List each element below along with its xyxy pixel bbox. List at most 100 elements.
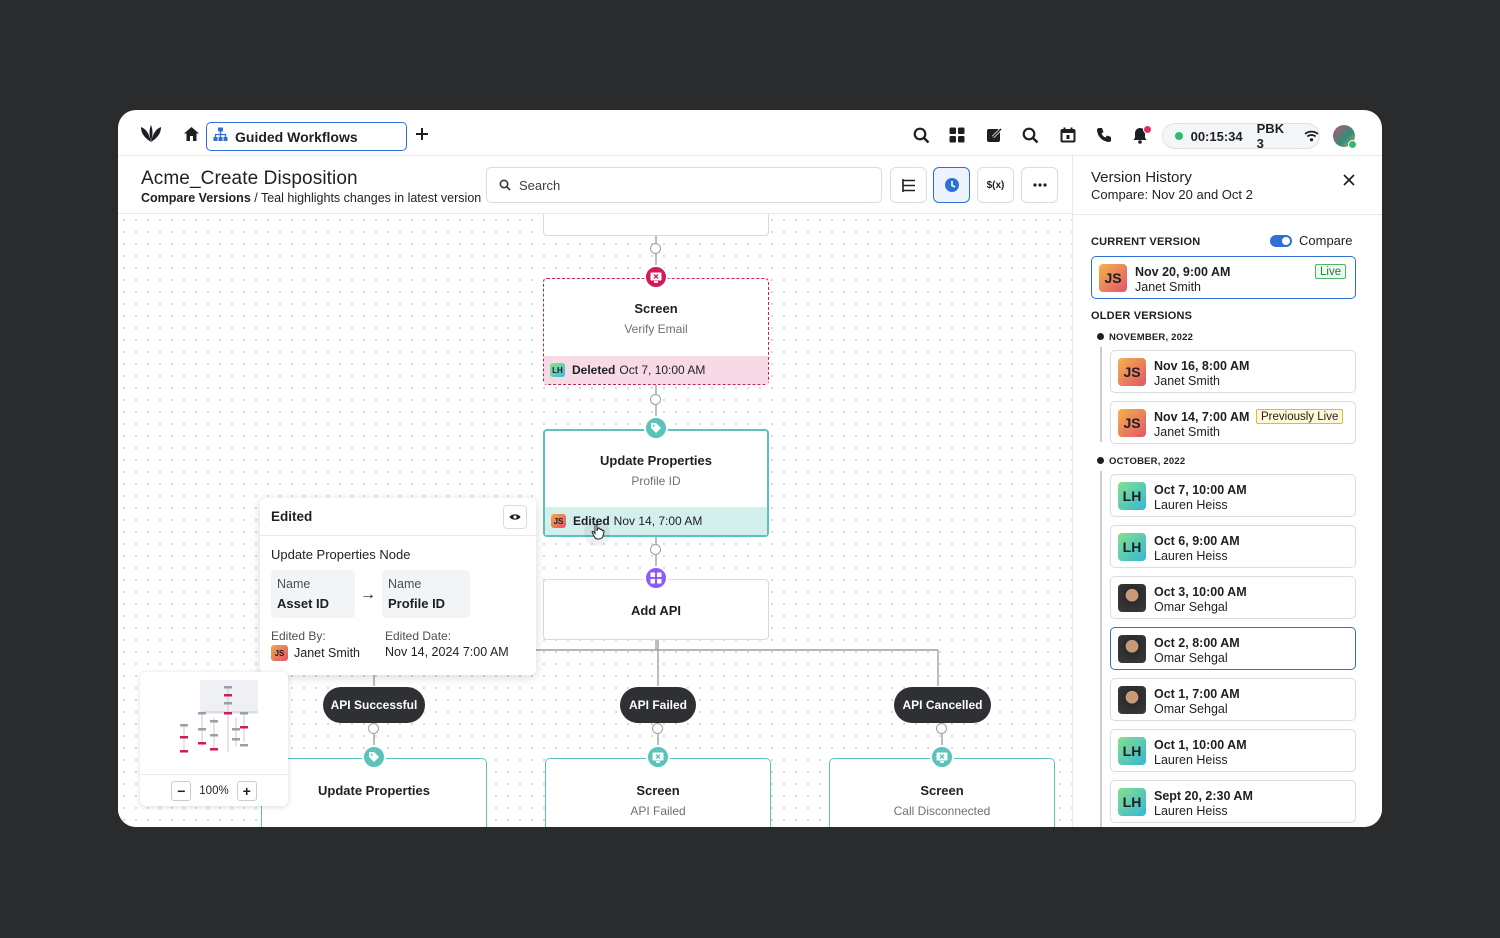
top-bar: Guided Workflows 00:15:34 PBK 3: [118, 110, 1382, 156]
version-card-current[interactable]: JS Nov 20, 9:00 AM Janet Smith Live: [1091, 256, 1356, 299]
screen-icon: [930, 745, 954, 769]
node-title: Screen: [636, 783, 680, 798]
workflow-canvas[interactable]: Screen Verify Email LH Deleted Oct 7, 10…: [118, 214, 1072, 827]
page-title: Acme_Create Disposition: [141, 168, 358, 189]
page-header: Acme_Create Disposition Compare Versions…: [118, 156, 1072, 214]
node-subtitle: Call Disconnected: [893, 804, 991, 818]
version-card[interactable]: LH Oct 1, 10:00 AM Lauren Heiss: [1110, 729, 1356, 772]
workflow-node-previous[interactable]: [543, 214, 769, 236]
version-card[interactable]: JS Nov 16, 8:00 AM Janet Smith: [1110, 350, 1356, 393]
user-initials-badge: JS: [271, 645, 288, 661]
branch-pill-api-cancelled[interactable]: API Cancelled: [894, 687, 991, 723]
change-strip-edited: JS Edited Nov 14, 7:00 AM: [545, 507, 767, 535]
calendar-icon[interactable]: [1058, 125, 1078, 145]
more-button[interactable]: [1021, 167, 1058, 203]
version-author: Janet Smith: [1154, 374, 1221, 388]
eye-icon: [509, 513, 521, 521]
minimap[interactable]: − 100% +: [140, 672, 288, 806]
version-card-selected[interactable]: Oct 2, 8:00 AM Omar Sehgal: [1110, 627, 1356, 670]
version-date: Nov 20, 9:00 AM: [1135, 265, 1231, 279]
timeline-line: [1100, 347, 1102, 442]
version-card[interactable]: Oct 1, 7:00 AM Omar Sehgal: [1110, 678, 1356, 721]
version-author: Lauren Heiss: [1154, 804, 1228, 818]
page-subtitle: Compare Versions / Teal highlights chang…: [141, 191, 481, 205]
avatar: LH: [1118, 533, 1146, 561]
version-date: Nov 16, 8:00 AM: [1154, 359, 1250, 373]
popover-node-name: Update Properties Node: [271, 547, 411, 562]
screen-icon: [644, 265, 668, 289]
timeline-dot: [1097, 333, 1104, 340]
branch-pill-api-failed[interactable]: API Failed: [620, 687, 696, 723]
call-timer[interactable]: 00:15:34 PBK 3: [1162, 121, 1320, 151]
version-author: Omar Sehgal: [1154, 600, 1228, 614]
version-card[interactable]: LH Sept 20, 2:30 AM Lauren Heiss: [1110, 780, 1356, 823]
avatar: LH: [1118, 788, 1146, 816]
node-subtitle: API Failed: [630, 804, 686, 818]
home-icon[interactable]: [181, 124, 201, 144]
version-card[interactable]: LH Oct 6, 9:00 AM Lauren Heiss: [1110, 525, 1356, 568]
compare-toggle[interactable]: [1270, 235, 1292, 247]
compose-icon[interactable]: [984, 125, 1004, 145]
user-avatar[interactable]: [1333, 125, 1357, 149]
brand-logo-icon[interactable]: [138, 123, 164, 145]
connector-port: [650, 544, 661, 555]
search-icon: [499, 179, 511, 191]
apps-grid-icon[interactable]: [947, 125, 967, 145]
connector-port: [652, 723, 663, 734]
connector-port: [368, 723, 379, 734]
tab-guided-workflows[interactable]: Guided Workflows: [206, 122, 407, 151]
station-label: PBK 3: [1256, 121, 1285, 151]
search-input[interactable]: [519, 177, 859, 193]
node-title: Screen: [634, 301, 678, 316]
version-card[interactable]: LH Oct 7, 10:00 AM Lauren Heiss: [1110, 474, 1356, 517]
avatar: JS: [1099, 264, 1127, 292]
workflow-node-edited[interactable]: Update Properties Profile ID JS Edited N…: [543, 429, 769, 537]
version-date: Oct 1, 7:00 AM: [1154, 687, 1240, 701]
user-initials-badge: LH: [550, 363, 565, 377]
new-key: Name: [388, 577, 422, 591]
zoom-out-button[interactable]: −: [171, 780, 192, 801]
timer-value: 00:15:34: [1190, 128, 1243, 144]
node-subtitle: Verify Email: [624, 322, 688, 336]
workflow-node-deleted[interactable]: Screen Verify Email LH Deleted Oct 7, 10…: [543, 278, 769, 385]
phone-icon[interactable]: [1094, 125, 1114, 145]
plus-icon[interactable]: [412, 124, 432, 144]
view-button[interactable]: [503, 505, 527, 529]
avatar-photo: [1118, 686, 1146, 714]
version-date: Oct 6, 9:00 AM: [1154, 534, 1240, 548]
old-value-box: Name Asset ID: [271, 570, 355, 618]
connector-port: [936, 723, 947, 734]
search-box[interactable]: [486, 167, 882, 203]
zoom-in-button[interactable]: +: [236, 780, 257, 801]
user-initials-badge: JS: [551, 514, 566, 528]
connector-port: [650, 394, 661, 405]
api-icon: [644, 566, 668, 590]
version-author: Lauren Heiss: [1154, 753, 1228, 767]
minimap-preview: [180, 680, 258, 753]
status-badge-live: Live: [1315, 264, 1347, 279]
version-card[interactable]: Oct 3, 10:00 AM Omar Sehgal: [1110, 576, 1356, 619]
avatar: LH: [1118, 737, 1146, 765]
edited-by-name: Janet Smith: [294, 646, 361, 660]
history-button[interactable]: [933, 167, 970, 203]
node-title: Screen: [920, 783, 964, 798]
notification-badge: [1143, 125, 1152, 134]
search-icon[interactable]: [1020, 125, 1040, 145]
avatar: JS: [1118, 409, 1146, 437]
variables-button[interactable]: $(x): [977, 167, 1014, 203]
avatar: JS: [1118, 358, 1146, 386]
new-value-box: Name Profile ID: [382, 570, 470, 618]
branch-pill-api-successful[interactable]: API Successful: [323, 687, 425, 723]
app-window: Guided Workflows 00:15:34 PBK 3 Acme_Cre…: [118, 110, 1382, 827]
more-icon: [1032, 183, 1047, 187]
version-card[interactable]: JS Nov 14, 7:00 AM Janet Smith Previousl…: [1110, 401, 1356, 444]
variables-label: $(x): [986, 179, 1005, 191]
node-title: Update Properties: [600, 453, 712, 468]
tag-icon: [362, 745, 386, 769]
hierarchy-button[interactable]: [890, 167, 927, 203]
subtitle-bold: Compare Versions: [141, 191, 251, 205]
search-icon[interactable]: [911, 125, 931, 145]
close-icon[interactable]: [1343, 173, 1355, 191]
popover-heading: Edited: [260, 498, 536, 536]
change-details-popover: Edited Update Properties Node Name Asset…: [260, 498, 536, 675]
